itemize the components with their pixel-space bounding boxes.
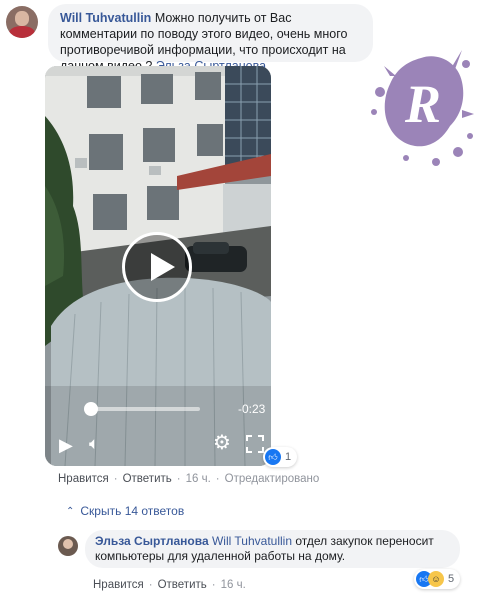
progress-track[interactable]: [85, 407, 200, 411]
reply-time[interactable]: 16 ч.: [221, 579, 246, 591]
play-button[interactable]: [122, 232, 192, 302]
edited-label[interactable]: Отредактировано: [225, 473, 320, 485]
reply-button[interactable]: Ответить: [123, 473, 172, 485]
separator: ·: [176, 473, 181, 485]
comment-bubble: Will Tuhvatullin Можно получить от Вас к…: [48, 4, 373, 73]
hide-replies-button[interactable]: ⌃ Скрыть 14 ответов: [66, 504, 184, 518]
like-icon: 👍︎: [265, 449, 281, 465]
separator: ·: [113, 473, 118, 485]
reply-actions: Нравится · Ответить · 16 ч.: [93, 579, 246, 591]
reply-mention[interactable]: Will Tuhvatullin: [212, 534, 292, 548]
reply-avatar-face: [63, 539, 73, 549]
reply-author[interactable]: Эльза Сыртланова: [95, 534, 209, 548]
mute-icon[interactable]: 🔈︎: [89, 435, 99, 453]
like-button[interactable]: Нравится: [58, 473, 109, 485]
video-player[interactable]: -0:23 ▶ 🔈︎ ⚙: [45, 66, 271, 466]
reply-reply-button[interactable]: Ответить: [158, 579, 207, 591]
svg-text:R: R: [404, 74, 441, 134]
gear-icon[interactable]: ⚙: [213, 433, 231, 453]
r-splash-logo: R: [371, 50, 474, 166]
reply-avatar[interactable]: [58, 536, 78, 556]
hide-replies-label: Скрыть 14 ответов: [80, 504, 185, 518]
haha-icon: ☺: [428, 571, 444, 587]
separator: ·: [148, 579, 153, 591]
progress-knob[interactable]: [83, 402, 98, 416]
separator: ·: [211, 579, 216, 591]
reply-reactions-summary[interactable]: 👍︎ ☺ 5: [414, 569, 461, 589]
chevron-up-icon: ⌃: [66, 505, 75, 517]
avatar-shirt: [9, 26, 35, 38]
reactions-summary[interactable]: 👍︎ 1: [263, 447, 298, 467]
reply-reactions-count: 5: [448, 573, 455, 585]
separator: ·: [215, 473, 220, 485]
comment-time[interactable]: 16 ч.: [186, 473, 211, 485]
reply-like-button[interactable]: Нравится: [93, 579, 144, 591]
comment-actions: Нравится · Ответить · 16 ч. · Отредактир…: [58, 473, 319, 485]
comment-author[interactable]: Will Tuhvatullin: [60, 11, 151, 25]
play-icon[interactable]: ▶: [59, 436, 73, 454]
reply-bubble: Эльза Сыртланова Will Tuhvatullin отдел …: [85, 530, 460, 568]
avatar[interactable]: [6, 6, 38, 38]
avatar-face: [15, 11, 29, 26]
reactions-count: 1: [285, 451, 292, 463]
time-remaining: -0:23: [238, 402, 266, 416]
fullscreen-icon[interactable]: [246, 435, 264, 453]
